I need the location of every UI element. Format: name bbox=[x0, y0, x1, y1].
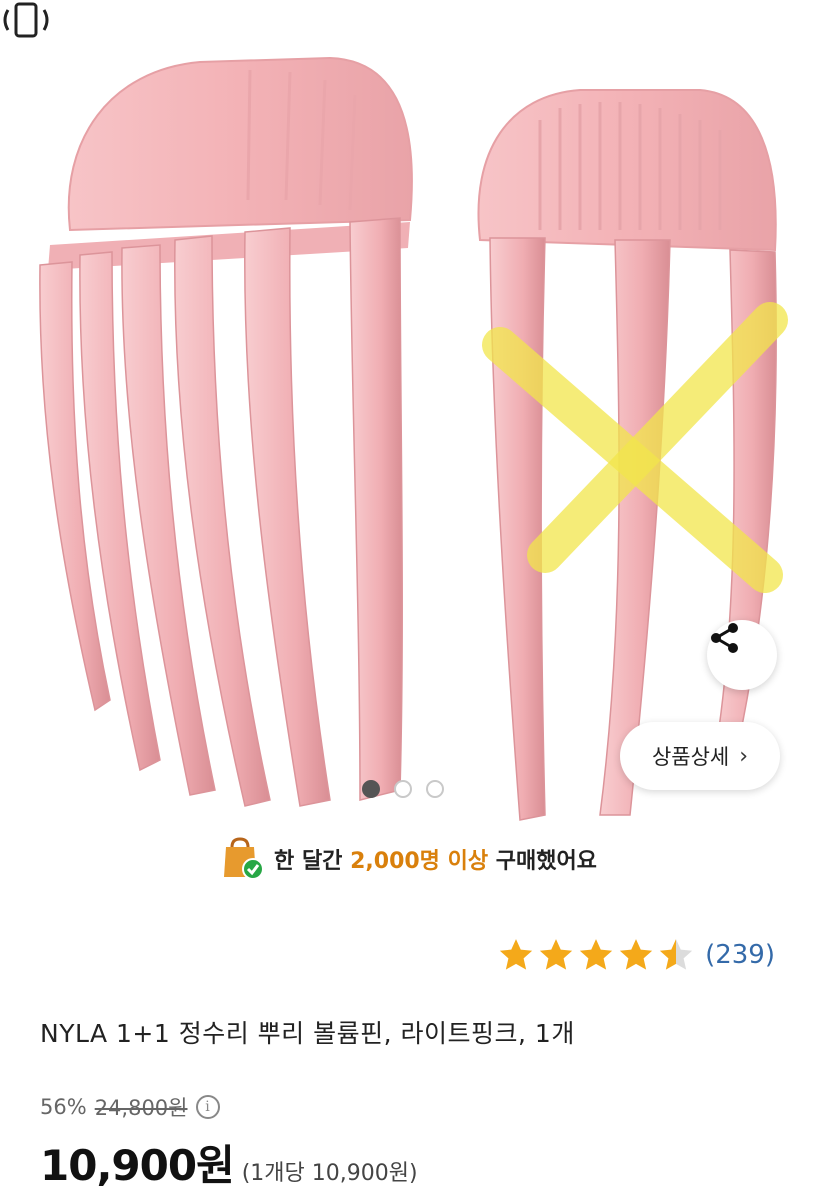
discount-row: 56% 24,800원 i bbox=[40, 1092, 220, 1122]
rating-stars bbox=[497, 936, 695, 974]
star-icon bbox=[539, 939, 573, 970]
chevron-right-icon: › bbox=[739, 743, 749, 769]
original-price: 24,800원 bbox=[94, 1096, 188, 1120]
product-image-carousel[interactable]: 상품상세 › bbox=[0, 0, 819, 830]
carousel-dot[interactable] bbox=[426, 780, 444, 798]
review-count[interactable]: (239) bbox=[705, 940, 775, 970]
half-star-icon bbox=[659, 939, 693, 970]
carousel-dots bbox=[362, 780, 444, 798]
purchase-prefix: 한 달간 bbox=[274, 849, 351, 874]
star-icon bbox=[499, 939, 533, 970]
purchase-notice: 한 달간 2,000명 이상 구매했어요 bbox=[0, 834, 819, 884]
carousel-dot[interactable] bbox=[394, 780, 412, 798]
info-icon[interactable]: i bbox=[195, 1095, 220, 1119]
product-title: NYLA 1+1 정수리 뿌리 볼륨핀, 라이트핑크, 1개 bbox=[40, 1019, 575, 1048]
carousel-dot[interactable] bbox=[362, 780, 380, 798]
unit-price: (1개당 10,900원) bbox=[241, 1161, 418, 1186]
product-detail-label: 상품상세 bbox=[651, 745, 730, 769]
discount-rate: 56% bbox=[40, 1095, 87, 1119]
share-button[interactable] bbox=[707, 620, 777, 690]
price-row: 10,900원 (1개당 10,900원) bbox=[40, 1132, 418, 1193]
shopping-bag-check-icon bbox=[224, 837, 265, 880]
rotate-view-icon[interactable] bbox=[0, 0, 52, 40]
product-photo bbox=[39, 56, 788, 821]
star-icon bbox=[619, 939, 653, 970]
star-icon bbox=[579, 939, 613, 970]
share-icon bbox=[711, 623, 738, 653]
product-detail-button[interactable]: 상품상세 › bbox=[620, 722, 780, 790]
purchase-highlight: 2,000명 이상 bbox=[350, 849, 489, 874]
sale-price: 10,900원 bbox=[40, 1141, 235, 1190]
rating[interactable]: (239) bbox=[497, 936, 775, 974]
purchase-suffix: 구매했어요 bbox=[488, 849, 597, 874]
